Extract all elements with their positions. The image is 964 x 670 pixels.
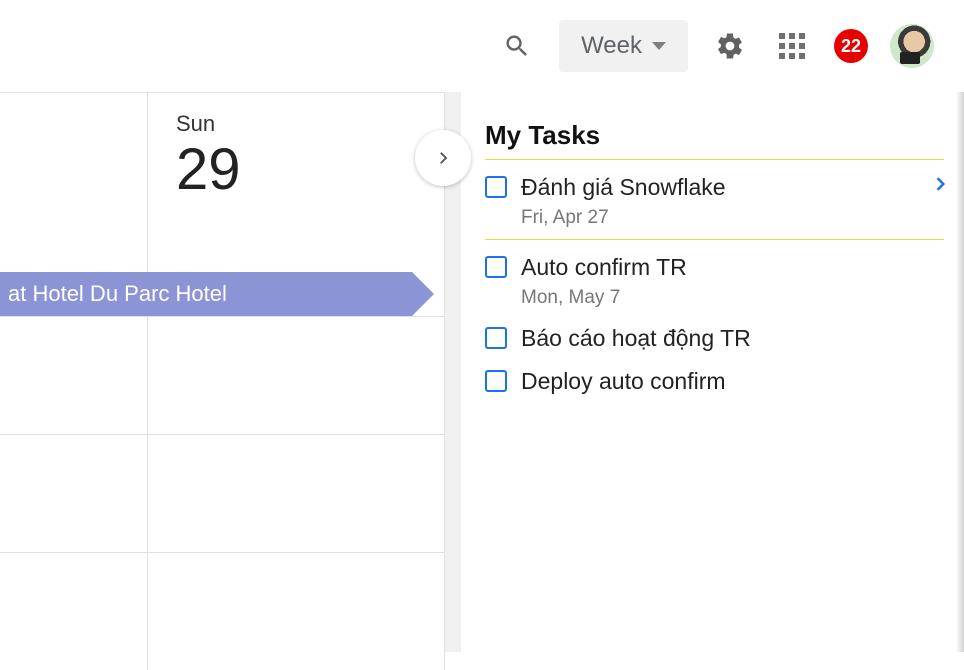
search-icon[interactable]: [497, 26, 537, 66]
task-checkbox[interactable]: [485, 370, 507, 392]
app-header: Week 22: [0, 0, 964, 92]
event-title: at Hotel Du Parc Hotel: [8, 281, 227, 307]
app-body: Sun 29 at Hotel Du Parc Hotel My Tasks Đ…: [0, 92, 964, 652]
avatar[interactable]: [890, 24, 934, 68]
task-date: Mon, May 7: [521, 287, 687, 309]
notification-badge[interactable]: 22: [834, 29, 868, 63]
task-checkbox[interactable]: [485, 176, 507, 198]
task-separator: [485, 239, 944, 240]
calendar-column: Sun 29 at Hotel Du Parc Hotel: [0, 92, 445, 652]
task-checkbox[interactable]: [485, 327, 507, 349]
day-of-week: Sun: [176, 111, 444, 137]
panel-collapse-button[interactable]: [415, 130, 471, 186]
task-title: Đánh giá Snowflake: [521, 174, 726, 201]
task-title: Báo cáo hoạt động TR: [521, 325, 751, 352]
apps-icon[interactable]: [772, 26, 812, 66]
task-item[interactable]: Đánh giá Snowflake Fri, Apr 27: [485, 164, 944, 235]
view-select-label: Week: [581, 32, 642, 60]
chevron-down-icon: [652, 42, 666, 50]
task-checkbox[interactable]: [485, 256, 507, 278]
task-separator: [485, 159, 944, 160]
task-item[interactable]: Báo cáo hoạt động TR: [485, 315, 944, 358]
notification-count: 22: [841, 36, 861, 57]
chevron-right-icon: [434, 149, 452, 167]
task-title: Deploy auto confirm: [521, 368, 726, 395]
view-select[interactable]: Week: [559, 20, 688, 72]
calendar-grid: [0, 316, 445, 670]
task-item[interactable]: Auto confirm TR Mon, May 7: [485, 244, 944, 315]
calendar-event[interactable]: at Hotel Du Parc Hotel: [0, 272, 412, 316]
task-title: Auto confirm TR: [521, 254, 687, 281]
tasks-list: Đánh giá Snowflake Fri, Apr 27 Auto confir…: [485, 164, 944, 401]
tasks-title: My Tasks: [485, 120, 944, 151]
tasks-panel: My Tasks Đánh giá Snowflake Fri, Apr 27 Au…: [461, 92, 964, 652]
task-item[interactable]: Deploy auto confirm: [485, 358, 944, 401]
day-number: 29: [176, 141, 444, 199]
day-header[interactable]: Sun 29: [148, 93, 444, 199]
chevron-right-icon[interactable]: [930, 174, 950, 199]
task-date: Fri, Apr 27: [521, 207, 726, 229]
gear-icon[interactable]: [710, 26, 750, 66]
